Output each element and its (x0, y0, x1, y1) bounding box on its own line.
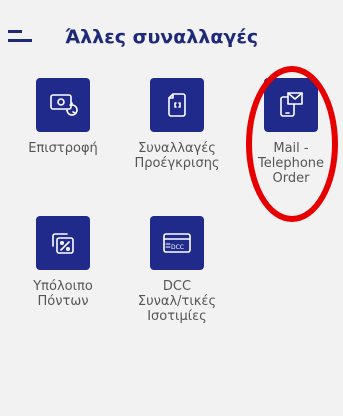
tile-icon-box (36, 78, 90, 132)
tile-icon-box (36, 216, 90, 270)
menu-button[interactable] (8, 27, 34, 47)
tile-icon-box (150, 78, 204, 132)
refund-icon (50, 94, 78, 116)
mail-phone-icon (280, 92, 303, 117)
tile-label: DCC Συναλ/τικές Ισοτιμίες (137, 279, 217, 324)
tile-label: Συναλλαγές Προέγκρισης (134, 141, 220, 171)
dcc-card-icon: DCC (163, 233, 191, 253)
tile-dcc-rates[interactable]: DCC DCC Συναλ/τικές Ισοτιμίες (122, 216, 232, 341)
page-title: Άλλες συναλλαγές (65, 26, 259, 48)
tile-refund[interactable]: Επιστροφή (8, 78, 118, 188)
tile-icon-box: DCC (150, 216, 204, 270)
tile-mail-telephone-order[interactable]: Mail - Telephone Order (236, 78, 343, 218)
tile-label: Επιστροφή (28, 141, 98, 156)
points-balance-icon (52, 233, 74, 254)
tile-points-balance[interactable]: Υπόλοιπο Πόντων (8, 216, 118, 326)
dcc-icon-text: DCC (171, 244, 184, 251)
preauth-icon (168, 93, 186, 117)
tile-label: Υπόλοιπο Πόντων (33, 279, 93, 309)
tile-label: Mail - Telephone Order (257, 141, 325, 186)
app-header: Άλλες συναλλαγές (0, 0, 343, 70)
tile-preauth[interactable]: Συναλλαγές Προέγκρισης (122, 78, 232, 188)
tile-icon-box (264, 78, 318, 132)
menu-icon (8, 30, 32, 42)
